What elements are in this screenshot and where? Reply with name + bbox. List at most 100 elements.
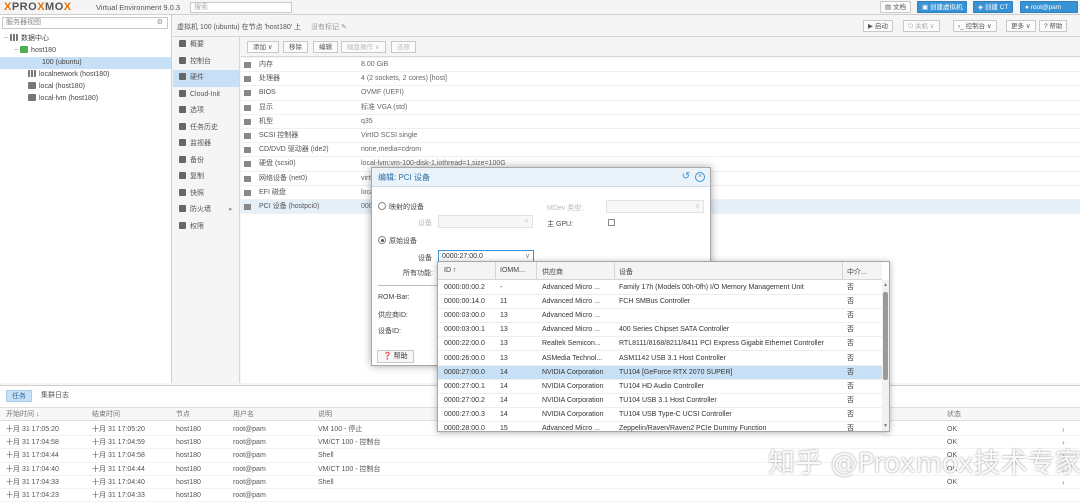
cell-device: 400 Series Chipset SATA Controller [619,326,730,334]
mdev-type-select[interactable]: ∨ [606,200,704,213]
storage-icon [28,82,36,89]
col-vendor[interactable]: 供应商 [542,267,563,277]
pencil-icon: ✎ [339,24,347,31]
mapped-device-select[interactable]: ∨ [438,215,533,228]
tree-datacenter[interactable]: − 数据中心 [0,33,171,45]
tab-cluster-log[interactable]: 集群日志 [36,390,74,402]
cell-vendor: ASMedia Technol... [542,354,603,362]
create-ct-button[interactable]: ◈ 创建 CT [973,1,1014,13]
menu-permissions[interactable]: 权限 [173,219,239,236]
menu-summary[interactable]: 概要 [173,37,239,54]
help-button[interactable]: ? 帮助 [1039,20,1068,32]
docs-button[interactable]: ▤ 文档 [880,1,911,13]
hw-row-processor[interactable]: 处理器 4 (2 sockets, 2 cores) [host] [241,72,1080,87]
list-item[interactable]: 0000:00:14.0 11 Advanced Micro ... FCH SMBu… [438,295,882,310]
add-button[interactable]: 添加 ∨ [247,41,279,53]
shutdown-button[interactable]: ⏻ 关机 ∨ [903,20,940,32]
hw-row-scsi-controller[interactable]: SCSI 控制器 VirtIO SCSI single [241,129,1080,144]
monitor-icon [179,73,186,80]
scrollbar-thumb[interactable] [883,292,888,380]
menu-snapshots[interactable]: 快照 [173,186,239,203]
col-id[interactable]: ID ↑ [444,267,456,274]
hdd-icon [244,189,251,196]
menu-options[interactable]: 选项 [173,103,239,120]
hw-row-cdrom[interactable]: CD/DVD 驱动器 (ide2) none,media=cdrom [241,143,1080,158]
dialog-title: 编辑: PCI 设备 [372,168,710,187]
cell-mdev: 否 [847,425,854,432]
tree-network[interactable]: localnetwork (host180) [0,69,171,81]
monitor-icon: ▣ [922,4,930,11]
microchip-icon [244,90,251,97]
hw-row-memory[interactable]: 内存 8.00 GiB [241,58,1080,73]
col-mdev[interactable]: 中介... [847,267,867,277]
col-status[interactable]: 状态 [947,408,961,421]
close-icon[interactable]: × [695,172,705,182]
cell-iommu: 14 [500,410,508,418]
search-input[interactable]: 搜索 [190,2,292,13]
list-item[interactable]: 0000:27:00.1 14 NVIDIA Corporation TU104 HD… [438,380,882,394]
list-item[interactable]: 0000:22:00.0 13 Realtek Semicon... RTL8111/… [438,337,882,352]
mapped-device-radio[interactable] [378,202,386,210]
device-field-label: 设备 [418,255,432,262]
dialog-help-button[interactable]: ❓ 帮助 [377,350,414,363]
start-button[interactable]: ▶ 启动 [863,20,893,32]
hw-row-display[interactable]: 显示 标准 VGA (std) [241,101,1080,115]
list-item[interactable]: 0000:28:00.0 15 Advanced Micro ... Zeppelin… [438,422,882,437]
list-item[interactable]: 0000:03:00.0 13 Advanced Micro ... 否 [438,309,882,324]
more-button[interactable]: 更多 ∨ [1006,20,1036,32]
hw-row-machine[interactable]: 机型 q35 [241,115,1080,129]
col-start-time[interactable]: 开始时间 ↓ [6,408,39,421]
hw-row-bios[interactable]: BIOS OVMF (UEFI) [241,86,1080,101]
console-button[interactable]: ›_ 控制台 ∨ [953,20,997,32]
menu-firewall[interactable]: 防火墙 ▸ [173,202,239,219]
table-row[interactable]: 十月 31 17:04:23 十月 31 17:04:33 host180 root@… [0,489,1080,502]
dropdown-scrollbar[interactable]: ▲ ▼ [882,280,889,431]
list-item[interactable]: 0000:26:00.0 13 ASMedia Technol... ASM1142 … [438,352,882,366]
menu-backup[interactable]: 备份 [173,153,239,170]
cell-mdev: 否 [847,382,854,390]
cell-vendor: NVIDIA Corporation [542,382,604,390]
resource-tree: 服务器视图 ⚙ − 数据中心 − host180 100 (ubuntu) loc… [0,15,172,383]
cell-device: TU104 HD Audio Controller [619,382,704,390]
vendor-id-label: 供应商ID: [378,312,408,319]
list-item[interactable]: 0000:27:00.3 14 NVIDIA Corporation TU104 US… [438,408,882,422]
cell-mdev: 否 [847,298,854,306]
tree-storage-local-lvm[interactable]: local-lvm (host180) [0,93,171,105]
col-iommu[interactable]: IOMM... [500,267,525,274]
menu-replication[interactable]: 复制 [173,169,239,186]
menu-task-history[interactable]: 任务历史 [173,120,239,137]
menu-cloudinit[interactable]: Cloud-Init [173,87,239,104]
view-selector[interactable]: 服务器视图 ⚙ [2,17,168,29]
scroll-down-icon[interactable]: ▼ [883,423,888,429]
col-user[interactable]: 用户名 [233,408,254,421]
menu-hardware[interactable]: 硬件 [173,70,239,87]
user-menu-button[interactable]: ● root@pam [1020,1,1078,13]
col-device[interactable]: 设备 [619,267,633,277]
tree-vm-100[interactable]: 100 (ubuntu) [0,57,171,69]
cell-iommu: 14 [500,396,508,404]
menu-monitor[interactable]: 监视器 [173,136,239,153]
tree-storage-local[interactable]: local (host180) [0,81,171,93]
list-item[interactable]: 0000:03:00.1 13 Advanced Micro ... 400 Seri… [438,323,882,338]
edit-button[interactable]: 编辑 [313,41,338,53]
menu-console[interactable]: 控制台 [173,54,239,71]
create-vm-button[interactable]: ▣ 创建虚拟机 [917,1,968,13]
list-item[interactable]: 0000:00:00.2 - Advanced Micro ... Family 17… [438,281,882,296]
col-end-time[interactable]: 结束时间 [92,408,120,421]
tab-tasks[interactable]: 任务 [6,390,32,402]
scroll-up-icon[interactable]: ▲ [883,282,888,288]
disk-action-button[interactable]: 磁盘操作 ∨ [341,41,386,53]
tag-editor[interactable]: 没有标记 ✎ [311,22,347,32]
cell-mdev: 否 [847,410,854,418]
tree-node-host180[interactable]: − host180 [0,45,171,57]
col-description[interactable]: 说明 [318,408,332,421]
col-node[interactable]: 节点 [176,408,190,421]
revert-button[interactable]: 还原 [391,41,416,53]
reset-icon[interactable]: ↺ [681,172,691,182]
remove-button[interactable]: 移除 [283,41,308,53]
list-item[interactable]: 0000:27:00.0 14 NVIDIA Corporation TU104 [G… [438,365,882,380]
list-item[interactable]: 0000:27:00.2 14 NVIDIA Corporation TU104 US… [438,394,882,408]
raw-device-radio[interactable] [378,236,386,244]
cell-mdev: 否 [847,340,854,348]
primary-gpu-checkbox[interactable] [608,219,615,226]
